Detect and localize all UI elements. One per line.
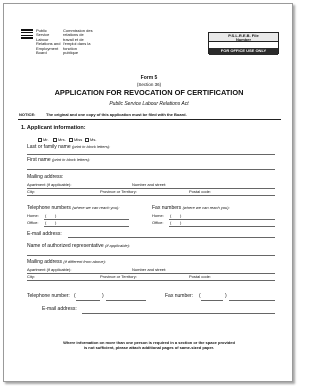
org-name-french: Commission des relations de travail et d…: [63, 28, 93, 56]
rep-mailing-label-group: Mailing address (if different from above…: [27, 259, 106, 266]
authorized-rep-field[interactable]: [27, 255, 275, 256]
rep-city-province-postal-field[interactable]: [27, 280, 275, 281]
act-name: Public Service Labour Relations Act: [109, 101, 189, 107]
apartment-label: Apartment (if applicable):: [27, 182, 72, 187]
authorized-rep-label-group: Name of authorized representative (if ap…: [27, 243, 131, 250]
telephone-home-paren-open: (: [45, 213, 47, 218]
rep-street-address-field[interactable]: [27, 273, 275, 274]
fax-home-field[interactable]: [169, 219, 275, 220]
fax-office-paren-open: (: [170, 220, 172, 225]
org-name-english: Public Service Labour Relations and Empl…: [36, 28, 61, 56]
telephone-office-label: Office:: [27, 220, 39, 225]
file-number-header: P.S.L.R.E.B. File Number: [209, 33, 278, 42]
rep-mailing-label: Mailing address: [27, 259, 63, 265]
city-label: City:: [27, 189, 35, 194]
fax-numbers-label: Fax numbers: [152, 205, 182, 211]
last-name-label-group: Last or family name (print in block lett…: [27, 144, 111, 151]
telephone-numbers-label-group: Telephone numbers (where we can reach yo…: [27, 205, 120, 212]
file-number-box: P.S.L.R.E.B. File Number FOR OFFICE USE …: [208, 32, 279, 55]
telephone-numbers-label: Telephone numbers: [27, 205, 71, 211]
telephone-area-code-field[interactable]: [76, 300, 100, 301]
rep-mailing-hint: (if different from above):: [63, 259, 106, 264]
form-section: (Section 36): [136, 82, 162, 87]
salutation-ms-checkbox[interactable]: [85, 138, 89, 142]
last-name-label: Last or family name: [27, 144, 71, 150]
rep-province-label: Province or Territory:: [100, 274, 137, 279]
salutation-miss-checkbox[interactable]: [69, 138, 73, 142]
authorized-rep-hint: (if applicable):: [105, 243, 131, 248]
first-name-label: First name: [27, 157, 51, 163]
fax-number-field[interactable]: [229, 300, 275, 301]
form-title: APPLICATION FOR REVOCATION OF CERTIFICAT…: [54, 88, 244, 97]
street-address-field[interactable]: [27, 188, 275, 189]
fax-area-code-field[interactable]: [201, 300, 223, 301]
last-name-field[interactable]: [27, 154, 275, 155]
fax-office-paren-close: ): [180, 220, 182, 225]
telephone-home-field[interactable]: [44, 219, 129, 220]
last-name-hint: (print in block letters):: [72, 144, 111, 149]
salutation-mrs-label: Mrs.: [58, 136, 66, 142]
telephone-home-label: Home:: [27, 213, 39, 218]
telephone-office-paren-close: ): [55, 220, 57, 225]
rep-number-street-label: Number and street:: [132, 267, 167, 272]
authorized-rep-label: Name of authorized representative: [27, 243, 104, 249]
fax-home-label: Home:: [152, 213, 164, 218]
email-field[interactable]: [68, 237, 275, 238]
rep-postal-code-label: Postal code:: [189, 274, 212, 279]
rep-city-label: City:: [27, 274, 35, 279]
first-name-hint: (print in block letters):: [52, 157, 91, 162]
fax-home-paren-open: (: [170, 213, 172, 218]
form-number: Form 5: [140, 75, 158, 81]
salutation-mr-label: Mr.: [43, 136, 49, 142]
telephone-home-paren-close: ): [55, 213, 57, 218]
fax-number-paren-close: ): [225, 293, 227, 299]
fax-number-label: Fax number:: [165, 293, 194, 299]
footer-note-line-2: is not sufficient, please attach additio…: [83, 345, 215, 350]
telephone-office-field[interactable]: [44, 226, 129, 227]
fax-number-paren-open: (: [199, 293, 201, 299]
fax-numbers-hint: (where we can reach you):: [182, 205, 230, 210]
telephone-number-paren-close: ): [102, 293, 104, 299]
telephone-office-paren-open: (: [45, 220, 47, 225]
government-logo-icon: [21, 29, 33, 39]
mailing-address-label: Mailing address:: [27, 174, 64, 180]
rep-apartment-label: Apartment (if applicable):: [27, 267, 72, 272]
fax-home-paren-close: ): [180, 213, 182, 218]
notice-text: The original and one copy of this applic…: [46, 112, 187, 117]
first-name-label-group: First name (print in block letters):: [27, 157, 91, 164]
telephone-numbers-hint: (where we can reach you):: [72, 205, 120, 210]
fax-office-field[interactable]: [169, 226, 275, 227]
postal-code-label: Postal code:: [189, 189, 212, 194]
salutation-mrs-checkbox[interactable]: [53, 138, 57, 142]
city-province-postal-field[interactable]: [27, 195, 275, 196]
province-label: Province or Territory:: [100, 189, 137, 194]
file-number-field[interactable]: [210, 43, 278, 48]
telephone-number-paren-open: (: [74, 293, 76, 299]
fax-numbers-label-group: Fax numbers (where we can reach you):: [152, 205, 230, 212]
number-street-label: Number and street:: [132, 182, 167, 187]
salutation-miss-label: Miss: [74, 136, 83, 142]
telephone-number-label: Telephone number:: [27, 293, 70, 299]
telephone-number-field[interactable]: [106, 300, 146, 301]
applicant-section-heading: 1. Applicant information:: [21, 125, 86, 131]
email-label: E-mail address:: [27, 231, 62, 237]
fax-office-label: Office:: [152, 220, 164, 225]
salutation-mr-checkbox[interactable]: [38, 138, 42, 142]
rep-email-field[interactable]: [82, 313, 275, 314]
salutation-ms-label: Ms.: [90, 136, 97, 142]
form-page: Public Service Labour Relations and Empl…: [3, 3, 293, 382]
notice-label: NOTICE:: [19, 112, 36, 117]
office-use-label: FOR OFFICE USE ONLY: [209, 48, 278, 55]
notice-divider: [18, 119, 281, 120]
first-name-field[interactable]: [27, 169, 275, 170]
rep-email-label: E-mail address:: [42, 306, 77, 312]
